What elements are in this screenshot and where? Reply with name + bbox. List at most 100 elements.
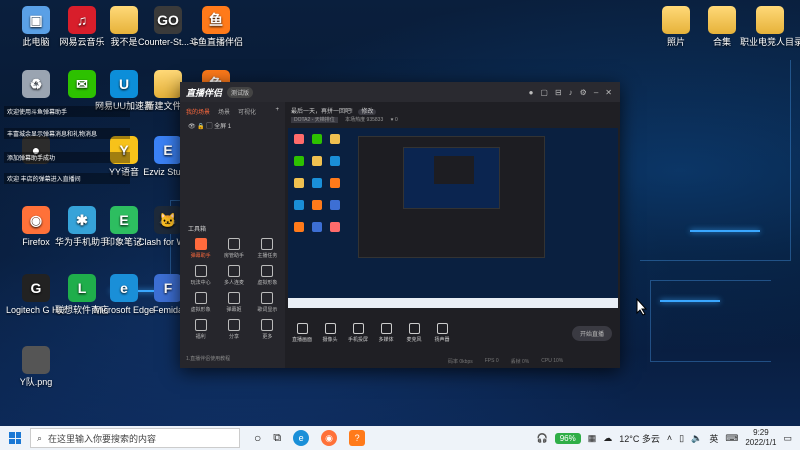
tool-item[interactable]: 弹幕姬: [217, 292, 250, 313]
notification-icon[interactable]: ▭: [783, 433, 792, 444]
circuit-glow: [690, 230, 760, 232]
status-bar: 码率 0kbps FPS 0 丢帧 0% CPU 10%: [288, 356, 618, 366]
preview-taskbar: [288, 298, 618, 308]
start-button[interactable]: [0, 432, 30, 444]
game-tag[interactable]: DOTA2 - 天梯排位: [291, 117, 338, 123]
search-placeholder: 在这里输入你要搜索的内容: [48, 433, 157, 444]
start-live-button[interactable]: 开始直播: [571, 325, 612, 341]
app-icon: ♻: [22, 70, 50, 98]
douyu-taskbar-icon[interactable]: ?: [349, 430, 366, 446]
app-icon: F: [154, 274, 182, 302]
avatar-icon[interactable]: ●: [529, 88, 534, 97]
live-assistant-window[interactable]: 直播伴侣 测试版 ● ▢ ⊟ ♪ ⚙ – ✕ 我的场景 场景 可视化 + 👁 🔒…: [180, 82, 620, 368]
scene-label: 全屏 1: [214, 124, 232, 130]
close-icon[interactable]: ✕: [605, 88, 612, 97]
scene-item[interactable]: 👁 🔒 ▢ 全屏 1: [180, 121, 285, 130]
tool-label: 主播任务: [257, 253, 278, 259]
room-value: 935833: [366, 117, 384, 123]
tool-item[interactable]: 主播任务: [251, 238, 284, 259]
add-icon[interactable]: +: [275, 107, 279, 116]
message-icon[interactable]: ▢: [540, 88, 548, 97]
preview-desktop-icon: [312, 200, 322, 210]
app-icon: [708, 6, 736, 34]
volume-icon[interactable]: 🔈: [691, 433, 702, 444]
edge-taskbar-icon[interactable]: e: [293, 430, 310, 446]
battery-badge[interactable]: 96%: [554, 432, 581, 444]
stream-preview[interactable]: [288, 128, 618, 308]
bitrate-status: 码率 0kbps: [448, 358, 473, 365]
app-icon: ▣: [22, 6, 50, 34]
tool-item[interactable]: 虚拟形象: [251, 265, 284, 286]
desktop-icon[interactable]: 职业电竞人目录: [740, 6, 800, 48]
desktop-icon[interactable]: Y队.png: [6, 346, 66, 388]
nested-window-preview: [403, 147, 500, 209]
desktop-icon[interactable]: 鱼斗鱼直播伴侣: [186, 6, 246, 48]
nested-window-preview: [358, 136, 545, 258]
room-label: 本场热度: [345, 117, 366, 123]
tool-label: 弹幕姬: [226, 307, 242, 313]
weather-text[interactable]: 12°C 多云: [619, 432, 660, 445]
tool-item[interactable]: 房管助手: [217, 238, 250, 259]
clock[interactable]: 9:29 2022/1/1: [745, 428, 776, 448]
cpu-status: CPU 10%: [541, 358, 564, 364]
app-icon: E: [110, 206, 138, 234]
preview-desktop-icon: [294, 222, 304, 232]
microphone-button[interactable]: 麦克风: [400, 323, 428, 343]
app-icon: ♫: [68, 6, 96, 34]
speaker-button[interactable]: 扬声器: [428, 323, 456, 343]
camera-button[interactable]: 摄像头: [316, 323, 344, 343]
phone-cast-button[interactable]: 手机投屏: [344, 323, 372, 343]
task-view-icon[interactable]: ⧉: [273, 432, 281, 445]
media-button[interactable]: 多媒体: [372, 323, 400, 343]
tool-item[interactable]: 虚拟形象: [184, 292, 217, 313]
stream-title[interactable]: 最后一天，再拼一回吧!: [291, 109, 353, 115]
tool-label: 福利: [195, 334, 206, 340]
screen-capture-button[interactable]: 直播画面: [288, 323, 316, 343]
tool-icon: [227, 265, 240, 277]
left-panel: 我的场景 场景 可视化 + 👁 🔒 ▢ 全屏 1 工具箱 弹幕助手 房管助手 主播任…: [180, 102, 285, 368]
dropframe-status: 丢帧 0%: [510, 358, 530, 365]
minimize-icon[interactable]: –: [594, 88, 598, 97]
app-icon: G: [22, 274, 50, 302]
circuit-line: [650, 280, 771, 362]
tutorial-link[interactable]: 1.直播伴侣使用教程: [186, 355, 230, 362]
app-titlebar[interactable]: 直播伴侣 测试版 ● ▢ ⊟ ♪ ⚙ – ✕: [180, 82, 620, 102]
tool-item[interactable]: 分享: [217, 319, 250, 340]
clock-time: 9:29: [753, 428, 769, 437]
tool-item[interactable]: 更多: [251, 319, 284, 340]
tab-visual[interactable]: 可视化: [238, 107, 256, 116]
lock-icon[interactable]: ⊟: [555, 88, 562, 97]
ime-indicator[interactable]: 英: [709, 432, 718, 445]
edit-tag[interactable]: 修改: [358, 109, 377, 115]
tool-label: 弹幕助手: [190, 253, 211, 259]
settings-icon[interactable]: ⚙: [580, 88, 587, 97]
network-icon[interactable]: ▯: [679, 433, 684, 444]
tool-item[interactable]: 玩法中心: [184, 265, 217, 286]
headset-icon[interactable]: 🎧: [537, 433, 548, 444]
tool-item[interactable]: 多人连麦: [217, 265, 250, 286]
chevron-up-icon[interactable]: ˄: [667, 433, 672, 443]
app-icon: [662, 6, 690, 34]
keyboard-icon[interactable]: ⌨: [725, 433, 738, 444]
tool-item[interactable]: 歌词显示: [251, 292, 284, 313]
firefox-taskbar-icon[interactable]: ◉: [321, 430, 338, 446]
preview-desktop-icon: [330, 156, 340, 166]
source-controls: 直播画面 摄像头 手机投屏 多媒体 麦克风 扬声器 开始直播: [288, 320, 618, 346]
cortana-icon[interactable]: ○: [254, 431, 261, 445]
app-icon: 鱼: [202, 6, 230, 34]
tool-icon: [261, 265, 274, 277]
tool-icon: [194, 238, 207, 250]
desktop-icon-label: 职业电竞人目录: [740, 37, 800, 47]
app-tray-icon[interactable]: ▦: [588, 433, 597, 444]
app-icon: ✱: [68, 206, 96, 234]
taskbar-search[interactable]: ⌕ 在这里输入你要搜索的内容: [30, 428, 240, 448]
tab-my-scene[interactable]: 我的场景: [186, 107, 210, 116]
preview-desktop-icon: [330, 200, 340, 210]
tool-label: 多人连麦: [223, 280, 244, 286]
tab-scene[interactable]: 场景: [218, 107, 230, 116]
tool-item[interactable]: 弹幕助手: [184, 238, 217, 259]
app-logo: 直播伴侣: [186, 87, 223, 98]
preview-desktop-icon: [294, 200, 304, 210]
bell-icon[interactable]: ♪: [569, 88, 573, 97]
tool-item[interactable]: 福利: [184, 319, 217, 340]
